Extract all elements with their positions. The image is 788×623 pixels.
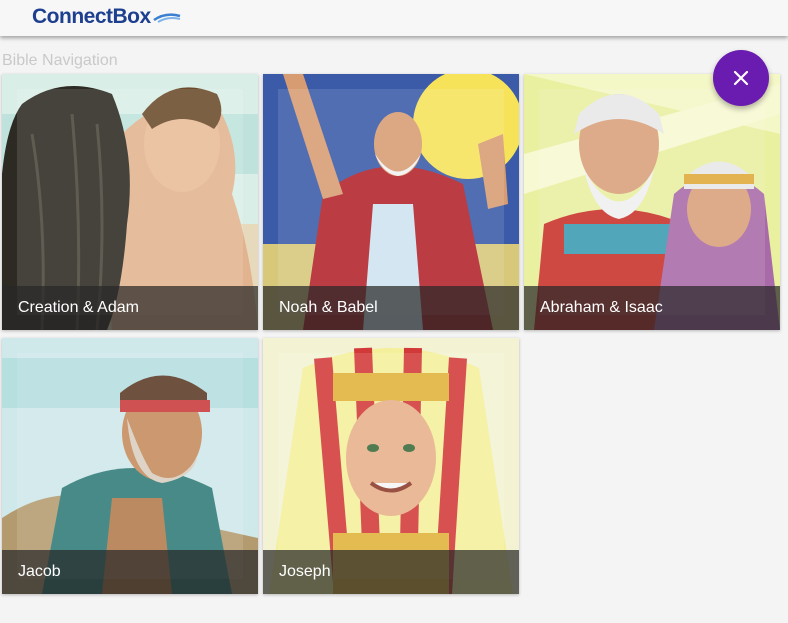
section-title: Bible Navigation: [2, 52, 118, 69]
tile-creation-adam[interactable]: Creation & Adam: [2, 74, 258, 330]
tile-jacob[interactable]: Jacob: [2, 338, 258, 594]
tile-joseph[interactable]: Joseph: [263, 338, 519, 594]
tile-label: Abraham & Isaac: [524, 286, 780, 330]
close-fab-button[interactable]: [713, 50, 769, 106]
tile-label: Noah & Babel: [263, 286, 519, 330]
close-icon: [733, 70, 749, 86]
app-header: ConnectBox: [0, 0, 788, 36]
tile-label: Creation & Adam: [2, 286, 258, 330]
tile-label: Joseph: [263, 550, 519, 594]
tile-abraham-isaac[interactable]: Abraham & Isaac: [524, 74, 780, 330]
tile-noah-babel[interactable]: Noah & Babel: [263, 74, 519, 330]
tile-label: Jacob: [2, 550, 258, 594]
logo-text: ConnectBox: [32, 5, 151, 28]
connectbox-logo[interactable]: ConnectBox: [32, 5, 182, 29]
wave-swoosh-icon: [152, 13, 181, 23]
